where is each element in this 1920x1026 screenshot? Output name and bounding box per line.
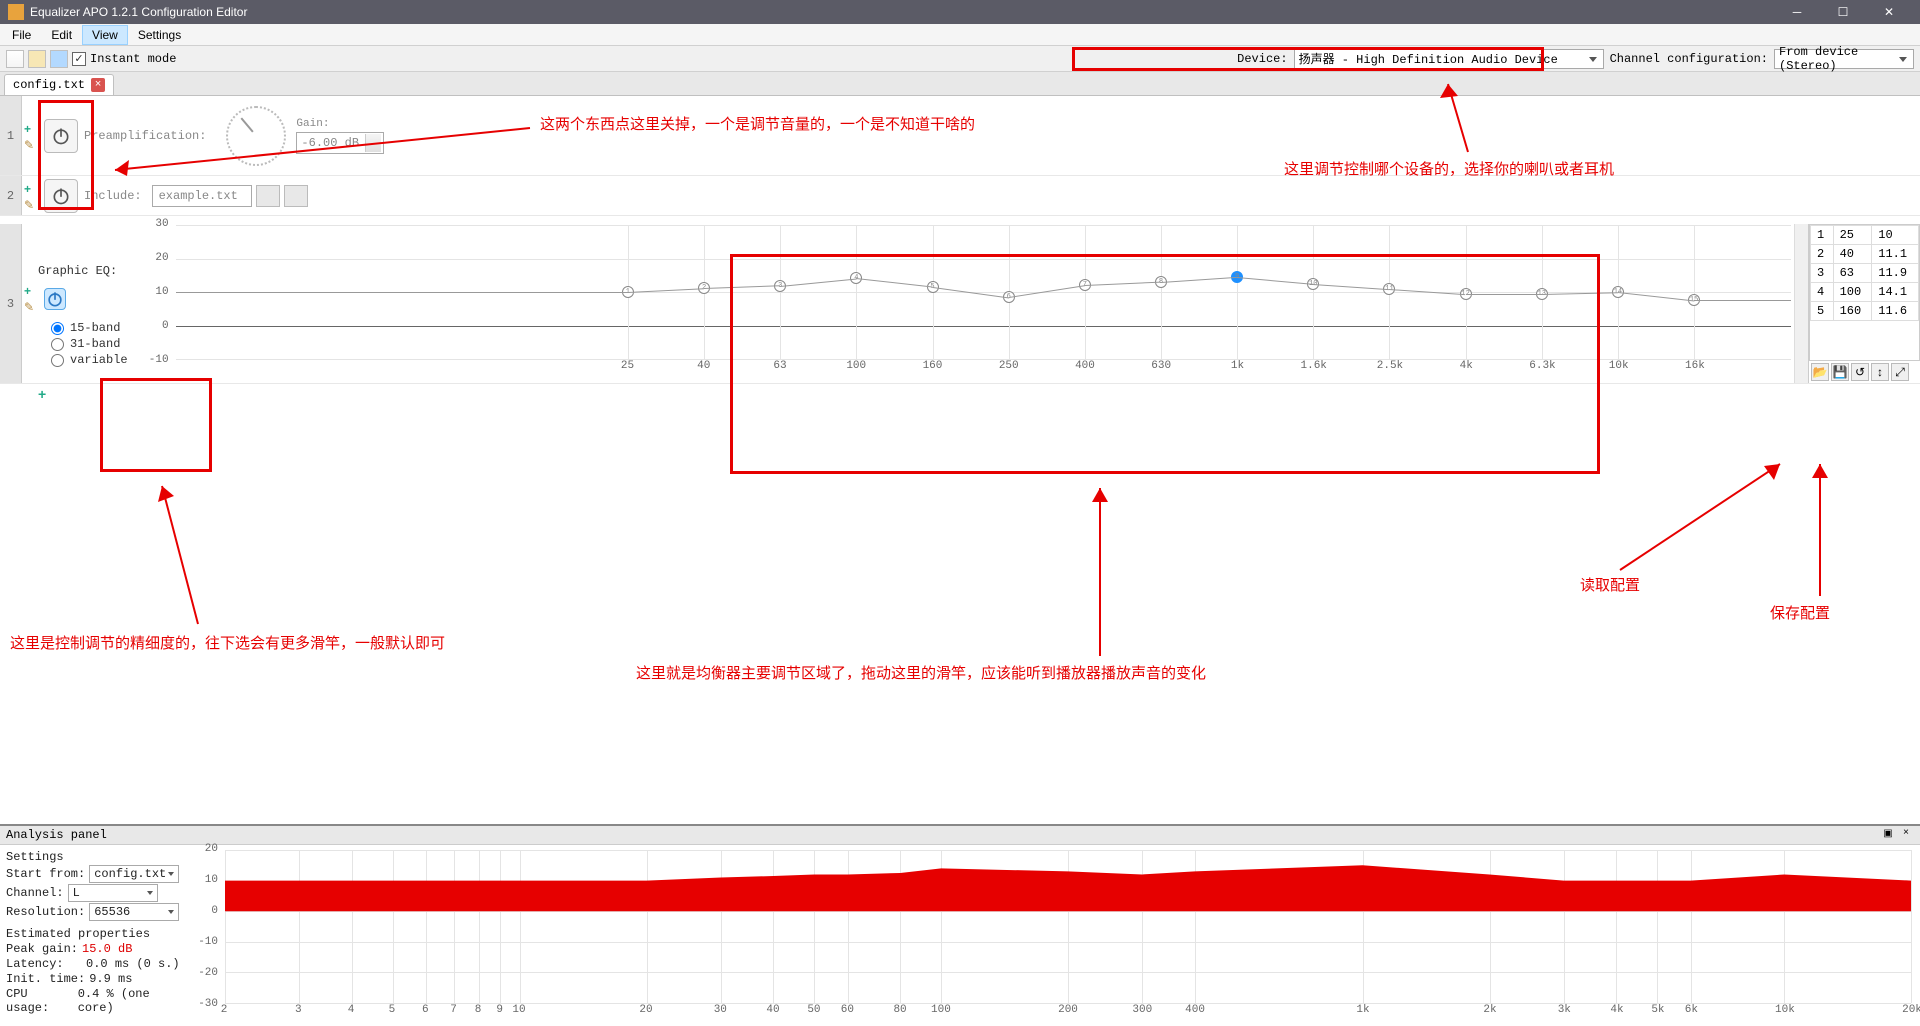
- add-row-icon[interactable]: +: [24, 182, 36, 194]
- load-config-button[interactable]: 📂: [1811, 363, 1829, 381]
- menubar: File Edit View Settings: [0, 24, 1920, 46]
- analysis-settings: Settings Start from: config.txt Channel: L…: [0, 845, 192, 1026]
- band-variable[interactable]: variable: [51, 353, 128, 367]
- row-number: 2: [0, 176, 22, 215]
- gain-dial[interactable]: [226, 106, 286, 166]
- edit-row-icon[interactable]: ✎: [24, 198, 36, 210]
- maximize-button[interactable]: ☐: [1820, 0, 1866, 24]
- power-toggle-eq[interactable]: [44, 288, 66, 310]
- gain-spinbox[interactable]: -6.00 dB: [296, 132, 384, 154]
- tab-label: config.txt: [13, 78, 85, 92]
- analysis-float-button[interactable]: ▣: [1880, 828, 1896, 842]
- include-label: Include:: [84, 189, 142, 203]
- invert-button[interactable]: ↕: [1871, 363, 1889, 381]
- menu-file[interactable]: File: [2, 25, 41, 45]
- graphic-eq-label: Graphic EQ:: [38, 264, 117, 278]
- init-time-value: 9.9 ms: [89, 972, 132, 986]
- analysis-title: Analysis panel: [6, 828, 107, 842]
- resolution-label: Resolution:: [6, 905, 85, 919]
- band-15[interactable]: 15-band: [51, 321, 128, 335]
- init-time-label: Init. time:: [6, 972, 85, 986]
- include-browse-button[interactable]: [284, 185, 308, 207]
- device-select[interactable]: 扬声器 - High Definition Audio Device: [1294, 49, 1604, 69]
- add-row-icon[interactable]: +: [24, 284, 36, 296]
- table-row[interactable]: 24011.1: [1811, 245, 1919, 264]
- power-icon: [45, 289, 65, 309]
- edit-row-icon[interactable]: ✎: [24, 138, 36, 150]
- titlebar: Equalizer APO 1.2.1 Configuration Editor…: [0, 0, 1920, 24]
- include-open-button[interactable]: [256, 185, 280, 207]
- table-row[interactable]: 36311.9: [1811, 264, 1919, 283]
- add-row-final: +: [0, 384, 1920, 404]
- channel-config-label: Channel configuration:: [1610, 52, 1768, 66]
- tab-config[interactable]: config.txt ×: [4, 74, 114, 95]
- eq-scrollbar[interactable]: [1794, 224, 1808, 383]
- edit-row-icon[interactable]: ✎: [24, 300, 36, 312]
- table-row[interactable]: 410014.1: [1811, 283, 1919, 302]
- gain-label: Gain:: [296, 118, 384, 130]
- row-graphic-eq: 3 + ✎ Graphic EQ: 15-band 31-band variab…: [0, 216, 1920, 384]
- latency-value: 0.0 ms (0 s.): [86, 957, 180, 971]
- power-toggle-include[interactable]: [44, 179, 78, 213]
- new-file-button[interactable]: [6, 50, 24, 68]
- analysis-close-button[interactable]: ×: [1898, 828, 1914, 842]
- menu-edit[interactable]: Edit: [41, 25, 82, 45]
- power-icon: [51, 126, 71, 146]
- save-config-button[interactable]: 💾: [1831, 363, 1849, 381]
- estimated-label: Estimated properties: [6, 927, 186, 941]
- cpu-usage-label: CPU usage:: [6, 987, 74, 1015]
- settings-heading: Settings: [6, 850, 186, 864]
- resolution-select[interactable]: 65536: [89, 903, 179, 921]
- minimize-button[interactable]: ─: [1774, 0, 1820, 24]
- start-from-select[interactable]: config.txt: [89, 865, 179, 883]
- latency-label: Latency:: [6, 957, 64, 971]
- eq-values-table: 1251024011.136311.9410014.1516011.6: [1810, 225, 1919, 321]
- add-filter-button[interactable]: +: [38, 386, 46, 402]
- row-number: 3: [0, 224, 22, 383]
- band-selector: 15-band 31-band variable: [46, 314, 137, 374]
- editor-area: 1 + ✎ Preamplification: Gain: -6.00 dB 2…: [0, 96, 1920, 824]
- close-button[interactable]: ✕: [1866, 0, 1912, 24]
- analysis-panel: Analysis panel ▣ × Settings Start from: c…: [0, 824, 1920, 1026]
- tabbar: config.txt ×: [0, 72, 1920, 96]
- preamp-label: Preamplification:: [84, 129, 206, 143]
- eq-values-panel: 1251024011.136311.9410014.1516011.6 📂 💾 …: [1808, 224, 1920, 383]
- row-include: 2 + ✎ Include: example.txt: [0, 176, 1920, 216]
- toolbar: Instant mode Device: 扬声器 - High Definiti…: [0, 46, 1920, 72]
- table-row[interactable]: 12510: [1811, 226, 1919, 245]
- channel-label: Channel:: [6, 886, 64, 900]
- power-toggle-preamp[interactable]: [44, 119, 78, 153]
- app-icon: [8, 4, 24, 20]
- instant-mode-checkbox[interactable]: [72, 52, 86, 66]
- peak-gain-value: 15.0 dB: [82, 942, 132, 956]
- cpu-usage-value: 0.4 % (one core): [78, 987, 186, 1015]
- row-number: 1: [0, 96, 22, 175]
- channel-select[interactable]: L: [68, 884, 158, 902]
- normalize-button[interactable]: ⤢: [1891, 363, 1909, 381]
- menu-view[interactable]: View: [82, 25, 128, 45]
- analysis-graph: 20100-10-20-30 2345678910203040506080100…: [192, 849, 1912, 1022]
- save-file-button[interactable]: [50, 50, 68, 68]
- eq-graph[interactable]: 3020100-10 123456789101112131415 2540631…: [145, 224, 1794, 374]
- include-file-input[interactable]: example.txt: [152, 185, 252, 207]
- row-preamp: 1 + ✎ Preamplification: Gain: -6.00 dB: [0, 96, 1920, 176]
- reset-button[interactable]: ↺: [1851, 363, 1869, 381]
- add-row-icon[interactable]: +: [24, 122, 36, 134]
- menu-settings[interactable]: Settings: [128, 25, 191, 45]
- peak-gain-label: Peak gain:: [6, 942, 78, 956]
- tab-close-icon[interactable]: ×: [91, 78, 105, 92]
- device-label: Device:: [1237, 52, 1287, 66]
- window-title: Equalizer APO 1.2.1 Configuration Editor: [30, 5, 1774, 19]
- band-31[interactable]: 31-band: [51, 337, 128, 351]
- power-icon: [51, 186, 71, 206]
- table-row[interactable]: 516011.6: [1811, 302, 1919, 321]
- open-file-button[interactable]: [28, 50, 46, 68]
- start-from-label: Start from:: [6, 867, 85, 881]
- instant-mode-label: Instant mode: [90, 52, 176, 66]
- channel-config-select[interactable]: From device (Stereo): [1774, 49, 1914, 69]
